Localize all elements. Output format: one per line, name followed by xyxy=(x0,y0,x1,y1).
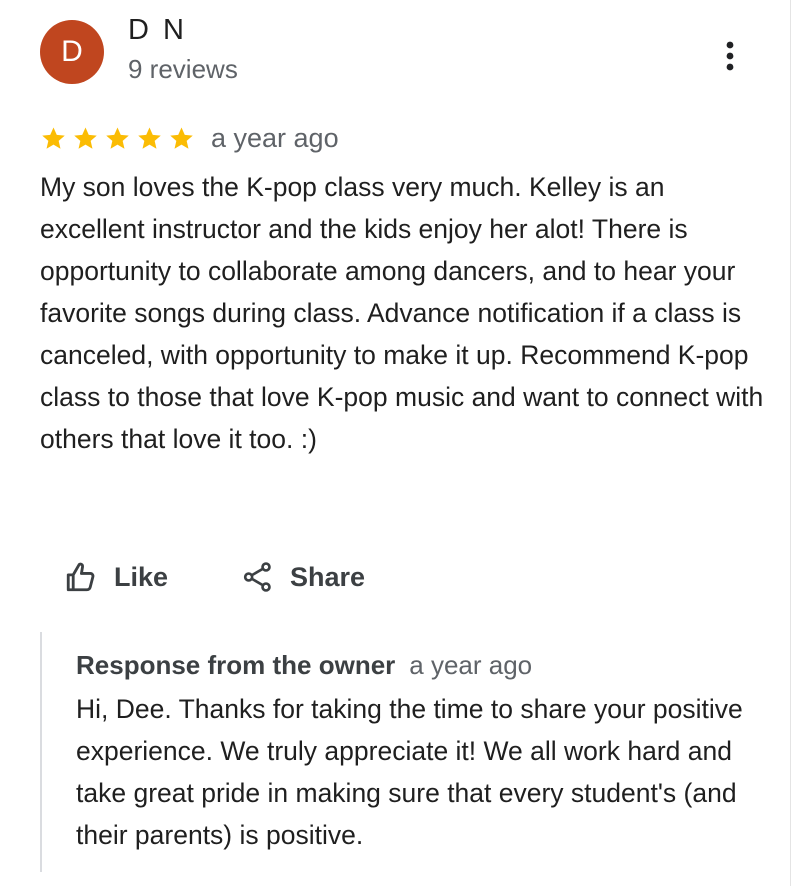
share-icon xyxy=(243,562,271,592)
more-options-button[interactable] xyxy=(714,36,746,76)
owner-response-header: Response from the owner a year ago xyxy=(76,650,532,681)
reviewer-name[interactable]: D N xyxy=(128,14,187,47)
owner-response-text: Hi, Dee. Thanks for taking the time to s… xyxy=(76,694,743,850)
review-date: a year ago xyxy=(211,122,339,153)
review-count[interactable]: 9 reviews xyxy=(128,54,238,85)
avatar[interactable]: D xyxy=(40,20,104,84)
like-button[interactable]: Like xyxy=(64,556,168,598)
owner-response-date: a year ago xyxy=(409,650,533,680)
panel-divider xyxy=(790,0,791,886)
share-button[interactable]: Share xyxy=(242,556,365,598)
review-text: My son loves the K-pop class very much. … xyxy=(40,172,764,454)
more-vertical-icon xyxy=(726,41,734,71)
star-icon xyxy=(138,126,161,149)
star-icon xyxy=(170,126,193,149)
owner-response: Response from the owner a year ago Hi, De… xyxy=(40,632,762,872)
review-card: D D N 9 reviews a year ago My son loves … xyxy=(0,0,804,886)
star-icon xyxy=(42,126,65,149)
share-label: Share xyxy=(290,561,366,592)
owner-response-title: Response from the owner xyxy=(76,650,396,680)
like-label: Like xyxy=(114,561,169,592)
thumbs-up-icon xyxy=(66,562,95,592)
star-rating xyxy=(40,125,195,152)
star-icon xyxy=(74,126,97,149)
star-icon xyxy=(106,126,129,149)
rating-row: a year ago xyxy=(40,118,339,158)
